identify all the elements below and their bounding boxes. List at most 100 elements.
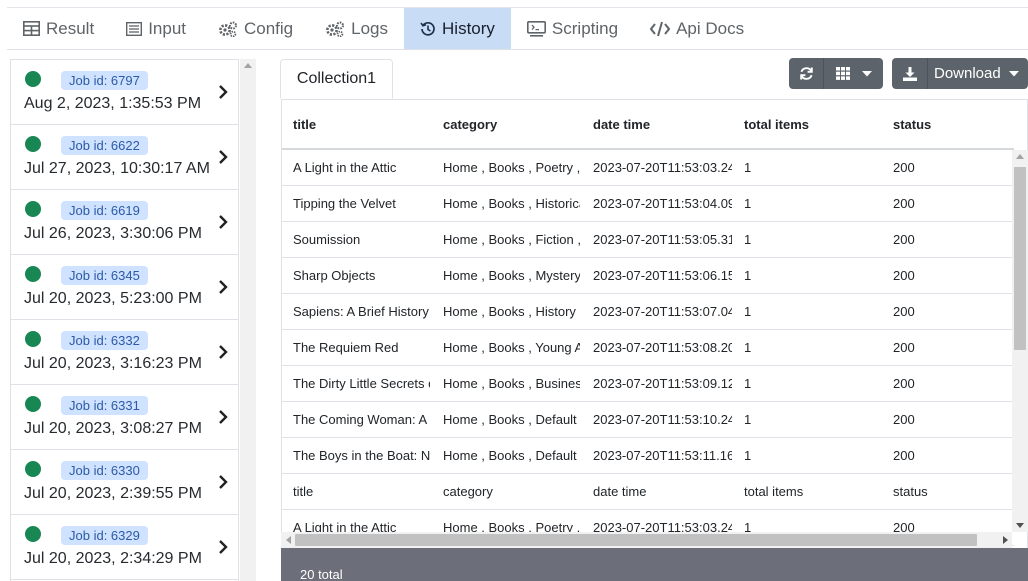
columns-dropdown-button[interactable] [824,58,883,89]
tab-scripting-label: Scripting [551,18,619,38]
scroll-thumb[interactable] [295,534,977,546]
tab-history-label: History [442,18,495,38]
history-item[interactable]: Job id: 6332 Jul 20, 2023, 3:16:23 PM [11,320,238,385]
table-cell: 2023-07-20T11:53:08.20 [593,340,732,355]
table-row[interactable]: The Dirty Little Secrets o Home , Books ,… [282,366,1014,402]
table-cell: 200 [893,340,915,355]
table-row[interactable]: The Requiem Red Home , Books , Young Ad 20… [282,330,1014,366]
job-id-badge: Job id: 6622 [61,136,148,155]
status-dot [25,461,41,477]
chevron-right-icon[interactable] [218,279,228,295]
table-cell: Tipping the Velvet [293,196,396,211]
job-id-badge: Job id: 6345 [61,266,148,285]
history-item[interactable]: Job id: 6331 Jul 20, 2023, 3:08:27 PM [11,385,238,450]
table-cell: 1 [744,412,752,427]
scroll-up-arrow[interactable] [244,63,252,68]
chevron-right-icon[interactable] [218,84,228,100]
caret-down-icon [861,70,872,76]
table-cell: Home , Books , Default , [443,412,580,427]
history-item[interactable]: Job id: 6329 Jul 20, 2023, 2:34:29 PM [11,515,238,580]
tab-config-label: Config [244,18,294,38]
table-row[interactable]: A Light in the Attic Home , Books , Poetr… [282,150,1014,186]
scroll-left-arrow[interactable] [286,536,291,544]
tab-api-docs[interactable]: Api Docs [634,8,760,49]
table-cell: A Light in the Attic [293,160,397,175]
tab-config[interactable]: Config [202,8,309,49]
scroll-thumb[interactable] [1014,167,1026,350]
table-row[interactable]: Tipping the Velvet Home , Books , Histori… [282,186,1014,222]
table-cell: 2023-07-20T11:53:11.16 [593,448,732,463]
tab-input[interactable]: Input [110,8,202,49]
job-timestamp: Jul 26, 2023, 3:30:06 PM [24,225,202,242]
column-header-status[interactable]: status [893,117,1013,132]
history-item[interactable]: Job id: 6345 Jul 20, 2023, 5:23:00 PM [11,255,238,320]
chevron-right-icon[interactable] [218,409,228,425]
table-row[interactable]: Sharp Objects Home , Books , Mystery 2023-… [282,258,1014,294]
job-timestamp: Jul 27, 2023, 10:30:17 AM [24,160,210,177]
table-cell: total items [744,484,804,499]
download-button[interactable]: Download [892,58,1028,89]
job-id-badge: Job id: 6330 [61,461,148,480]
history-item[interactable]: Job id: 6619 Jul 26, 2023, 3:30:06 PM [11,190,238,255]
chevron-right-icon[interactable] [218,474,228,490]
tab-result[interactable]: Result [7,8,110,49]
table-cell: 200 [893,268,915,283]
table-row[interactable]: title category date time total items status [282,474,1014,510]
table-cell: Home , Books , History , [443,304,580,319]
status-dot [25,71,41,87]
history-item[interactable]: Job id: 6622 Jul 27, 2023, 10:30:17 AM [11,125,238,190]
table-cell: Sharp Objects [293,268,376,283]
status-dot [25,266,41,282]
table-vertical-scrollbar[interactable] [1012,150,1028,532]
table-row[interactable]: The Coming Woman: A N Home , Books , Defa… [282,402,1014,438]
status-dot [25,396,41,412]
scroll-up-arrow[interactable] [1016,154,1024,159]
job-timestamp: Jul 20, 2023, 2:39:55 PM [24,485,202,502]
tab-logs-label: Logs [351,18,389,38]
table-cell: 1 [744,196,752,211]
job-id-badge: Job id: 6332 [61,331,148,350]
chevron-right-icon[interactable] [218,344,228,360]
table-row[interactable]: The Boys in the Boat: Nin Home , Books , … [282,438,1014,474]
table-cell: 2023-07-20T11:53:07.04 [593,304,732,319]
scroll-right-arrow[interactable] [1003,536,1008,544]
table-cell: 1 [744,232,752,247]
table-cell: 200 [893,376,915,391]
history-item[interactable]: Job id: 6797 Aug 2, 2023, 1:35:53 PM [11,60,238,125]
scroll-down-arrow[interactable] [1016,523,1024,528]
tab-collection1[interactable]: Collection1 [280,59,393,99]
history-item[interactable]: Job id: 6330 Jul 20, 2023, 2:39:55 PM [11,450,238,515]
history-scrollbar[interactable] [240,59,256,581]
table-cell: 200 [893,196,915,211]
chevron-right-icon[interactable] [218,214,228,230]
table-horizontal-scrollbar[interactable] [281,532,1012,548]
refresh-button[interactable] [789,58,824,89]
table-cell: 1 [744,376,752,391]
chevron-right-icon[interactable] [218,149,228,165]
column-header-total-items[interactable]: total items [744,117,881,132]
column-header-category[interactable]: category [443,117,580,132]
table-icon [23,21,40,36]
table-cell: 1 [744,160,752,175]
column-header-title[interactable]: title [293,117,430,132]
table-row[interactable]: Sapiens: A Brief History o Home , Books ,… [282,294,1014,330]
tab-logs[interactable]: Logs [309,8,404,49]
table-cell: 200 [893,160,915,175]
table-cell: Home , Books , Historica [443,196,580,211]
chevron-right-icon[interactable] [218,539,228,555]
column-header-date-time[interactable]: date time [593,117,732,132]
table-cell: 1 [744,268,752,283]
list-icon [126,21,143,36]
job-timestamp: Jul 20, 2023, 2:34:29 PM [24,550,202,567]
tab-input-label: Input [148,18,186,38]
job-timestamp: Aug 2, 2023, 1:35:53 PM [24,95,202,112]
status-dot [25,136,41,152]
table-row[interactable]: Soumission Home , Books , Fiction , S 2023… [282,222,1014,258]
tab-history[interactable]: History [404,8,511,49]
table-cell: The Dirty Little Secrets o [293,376,430,391]
total-count: 20 total [300,567,343,581]
grid-icon [835,67,850,80]
table-cell: date time [593,484,647,499]
tab-scripting[interactable]: Scripting [511,8,634,49]
job-id-badge: Job id: 6797 [61,71,148,90]
